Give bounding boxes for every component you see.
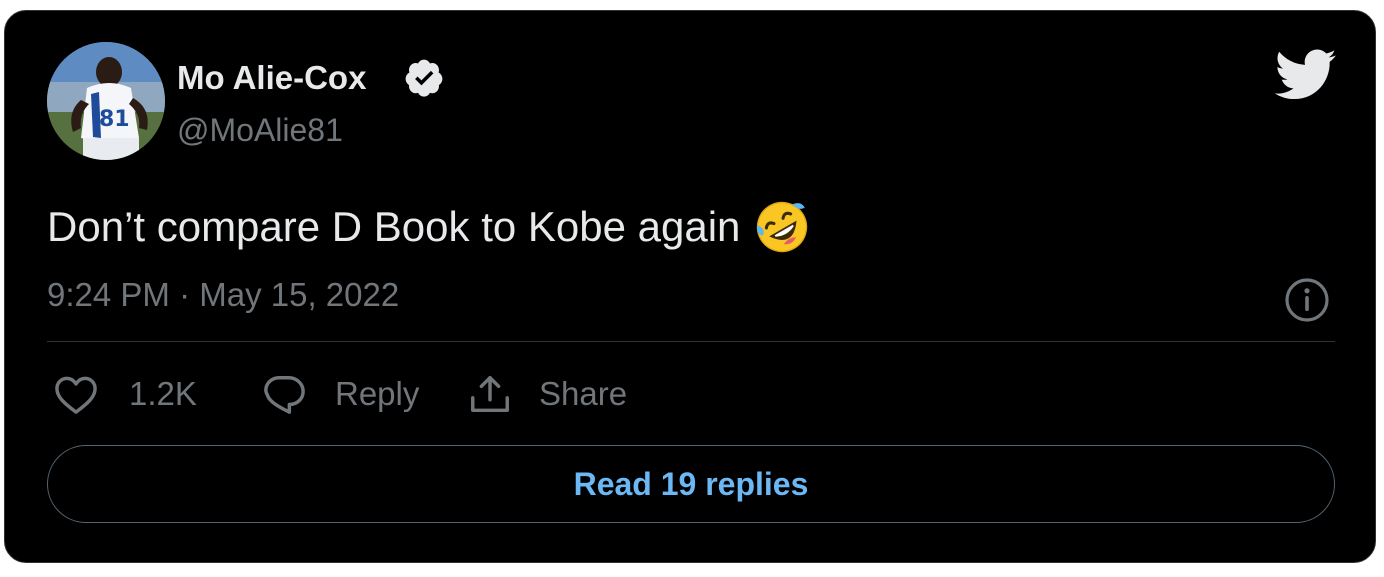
like-count: 1.2K <box>129 375 197 412</box>
share-upload-icon <box>471 375 509 413</box>
read-replies-button[interactable]: Read 19 replies <box>47 445 1335 523</box>
author-avatar[interactable]: 81 <box>47 42 165 160</box>
jersey-number: 81 <box>99 107 130 132</box>
author-handle[interactable]: @MoAlie81 <box>177 112 343 149</box>
read-replies-label: Read 19 replies <box>573 465 809 502</box>
tweet-card: 81 Mo Alie-Cox @MoAlie81 Don’t compare D… <box>4 10 1376 563</box>
twitter-bird-icon[interactable] <box>1275 49 1337 101</box>
reply-button[interactable]: Reply <box>261 369 419 419</box>
tweet-text: Don’t compare D Book to Kobe again <box>47 199 810 255</box>
author-name[interactable]: Mo Alie-Cox <box>177 59 366 97</box>
tweet-body: Don’t compare D Book to Kobe again <box>47 203 741 250</box>
share-button[interactable]: Share <box>467 369 627 419</box>
rolling-on-the-floor-laughing-icon <box>757 201 808 253</box>
share-label: Share <box>539 375 628 412</box>
reply-label: Reply <box>335 375 420 412</box>
speech-bubble-icon <box>264 376 305 414</box>
tweet-timestamp[interactable]: 9:24 PM · May 15, 2022 <box>47 276 399 314</box>
info-icon[interactable] <box>1283 276 1331 324</box>
heart-icon <box>55 376 97 414</box>
like-button[interactable]: 1.2K <box>53 369 197 419</box>
divider <box>47 341 1335 342</box>
verified-badge-icon <box>405 59 443 97</box>
avatar-photo: 81 <box>47 42 165 160</box>
